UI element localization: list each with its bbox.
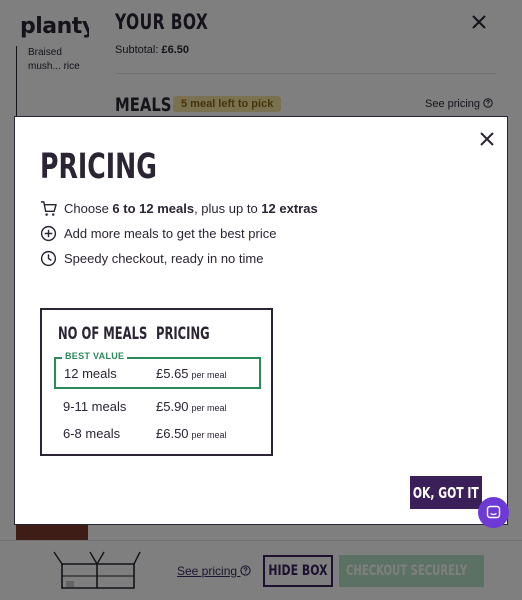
table-cell-price: £5.90 per meal [156, 399, 227, 419]
price-value: £6.50 [156, 426, 189, 441]
info-add-meals: Add more meals to get the best price [40, 223, 276, 243]
column-header-pricing: PRICING [156, 324, 210, 344]
chat-launcher-button[interactable] [478, 497, 509, 528]
modal-title: PRICING [40, 147, 157, 187]
clock-icon [40, 250, 57, 266]
cart-icon [40, 200, 57, 216]
table-cell-meals: 12 meals [64, 366, 117, 381]
pricing-table: NO OF MEALS PRICING BEST VALUE 12 meals … [40, 308, 273, 456]
info-text: Add more meals to get the best price [64, 225, 277, 241]
table-cell-price: £5.65 per meal [156, 366, 227, 386]
price-unit: per meal [191, 430, 227, 440]
price-unit: per meal [191, 403, 227, 413]
info-text-bold-meals: 6 to 12 meals [112, 200, 195, 216]
info-text: Choose 6 to 12 meals, plus up to 12 extr… [64, 201, 318, 216]
modal-close-icon[interactable] [477, 129, 497, 149]
best-value-label: BEST VALUE [62, 351, 128, 361]
price-value: £5.90 [156, 399, 189, 414]
info-speedy-checkout: Speedy checkout, ready in no time [40, 248, 263, 268]
price-unit: per meal [191, 370, 227, 380]
ok-got-it-button[interactable]: OK, GOT IT [410, 476, 482, 509]
info-meal-range: Choose 6 to 12 meals, plus up to 12 extr… [40, 198, 318, 218]
pricing-modal: PRICING Choose 6 to 12 meals, plus up to… [14, 116, 508, 525]
plus-circle-icon [40, 225, 57, 241]
info-text-bold-extras: 12 extras [261, 200, 318, 216]
ok-got-it-label: OK, GOT IT [413, 483, 479, 502]
table-cell-meals: 9-11 meals [63, 399, 127, 414]
info-text-mid: , plus up to [194, 200, 262, 216]
price-value: £5.65 [156, 366, 189, 381]
column-header-meals: NO OF MEALS [58, 324, 148, 344]
info-text: Speedy checkout, ready in no time [64, 250, 264, 266]
table-cell-meals: 6-8 meals [63, 426, 121, 441]
table-cell-price: £6.50 per meal [156, 426, 227, 446]
info-text-pre: Choose [64, 200, 113, 216]
chat-icon [486, 505, 501, 519]
